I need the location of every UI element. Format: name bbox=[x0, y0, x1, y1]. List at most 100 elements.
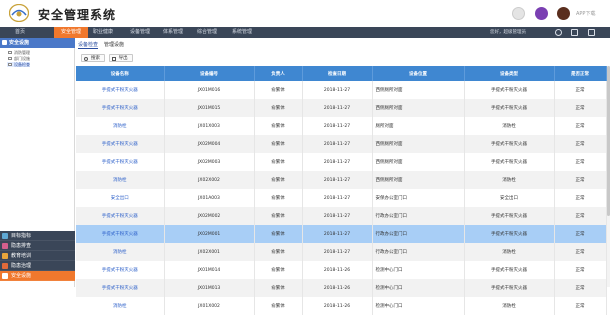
sidebar-section-title[interactable]: 安全设施 bbox=[0, 38, 75, 48]
nav-item-6[interactable]: 系统管理 bbox=[226, 27, 258, 38]
table-cell: JX01M015 bbox=[164, 99, 255, 117]
page-icon bbox=[8, 57, 12, 60]
table-cell: JX02M003 bbox=[164, 153, 255, 171]
table-cell: 2018-11-27 bbox=[302, 153, 373, 171]
nav-item-4[interactable]: 体系管理 bbox=[158, 27, 188, 38]
table-row[interactable]: 消防栓 JX01X002 俞繁体 2018-11-26 检测中心门口 消防栓 正常 bbox=[76, 297, 607, 315]
table-row[interactable]: 手提式干粉灭火器 JX02M004 俞繁体 2018-11-27 西侧厕所对面 手提式干粉… bbox=[76, 135, 607, 153]
table-cell[interactable]: 安全出口 bbox=[76, 189, 165, 207]
sidebar-module-1[interactable]: 隐患排查 bbox=[0, 241, 75, 251]
table-cell: 正常 bbox=[554, 81, 607, 99]
table-row[interactable]: 手提式干粉灭火器 JX02M002 俞繁体 2018-11-27 行政办公室门口 手提式干… bbox=[76, 207, 607, 225]
column-header[interactable]: 设备编号 bbox=[164, 66, 255, 81]
table-cell: 俞繁体 bbox=[254, 297, 303, 315]
table-cell[interactable]: 消防栓 bbox=[76, 297, 165, 315]
table-cell: 检测中心门口 bbox=[372, 279, 465, 297]
table-row[interactable]: 消防栓 JX02X001 俞繁体 2018-11-27 行政办公室门口 消防栓 正常 bbox=[76, 243, 607, 261]
table-cell: 西侧厕所对面 bbox=[372, 99, 465, 117]
table-cell: 正常 bbox=[554, 189, 607, 207]
table-cell[interactable]: 消防栓 bbox=[76, 243, 165, 261]
table-header-row: 设备名称 设备编号 负责人 检查日期 设备位置 设备类型 是否正常 bbox=[76, 66, 607, 81]
table-row[interactable]: 手提式干粉灭火器 JX01M016 俞繁体 2018-11-27 西侧厕所对面 手提式干粉… bbox=[76, 81, 607, 99]
column-header[interactable]: 设备类型 bbox=[464, 66, 555, 81]
export-button[interactable]: 导出 bbox=[108, 54, 133, 62]
table-cell[interactable]: 消防栓 bbox=[76, 117, 165, 135]
table-cell: 西侧厕所对面 bbox=[372, 153, 465, 171]
scale-icon[interactable] bbox=[557, 7, 570, 20]
table-cell: 2018-11-26 bbox=[302, 261, 373, 279]
sidebar-item-2[interactable]: 设备检查 bbox=[7, 62, 30, 67]
table-cell[interactable]: 手提式干粉灭火器 bbox=[76, 261, 165, 279]
page-icon bbox=[8, 51, 12, 54]
table-cell: JX02M002 bbox=[164, 207, 255, 225]
nav-item-5[interactable]: 综合管理 bbox=[192, 27, 222, 38]
tab-0[interactable]: 设备检查 bbox=[78, 41, 99, 49]
table-cell: 检测中心门口 bbox=[372, 297, 465, 315]
sidebar-item-0[interactable]: 消防管理 bbox=[7, 50, 30, 55]
sidebar: 安全设施 消防管理 部门设施 设备检查 目标指标 隐患排查 教育培训 隐患治理 安全设施 bbox=[0, 38, 75, 287]
table-cell[interactable]: 手提式干粉灭火器 bbox=[76, 81, 165, 99]
table-row[interactable]: 安全出口 JX01A003 俞繁体 2018-11-27 安保办公室门口 安全出口 正常 bbox=[76, 189, 607, 207]
table-cell: 手提式干粉灭火器 bbox=[464, 135, 555, 153]
page-icon bbox=[8, 63, 12, 66]
column-header[interactable]: 设备名称 bbox=[76, 66, 165, 81]
table-cell: 2018-11-27 bbox=[302, 81, 373, 99]
column-header[interactable]: 设备位置 bbox=[372, 66, 465, 81]
logout-icon[interactable] bbox=[588, 29, 595, 36]
table-cell: JX02M001 bbox=[164, 225, 255, 243]
table-cell[interactable]: 手提式干粉灭火器 bbox=[76, 135, 165, 153]
table-cell[interactable]: 手提式干粉灭火器 bbox=[76, 225, 165, 243]
table-cell: 俞繁体 bbox=[254, 225, 303, 243]
search-icon bbox=[84, 56, 88, 61]
column-header[interactable]: 检查日期 bbox=[302, 66, 373, 81]
sidebar-module-3[interactable]: 隐患治理 bbox=[0, 261, 75, 271]
table-cell[interactable]: 手提式干粉灭火器 bbox=[76, 99, 165, 117]
compass-icon[interactable] bbox=[512, 7, 525, 20]
nav-item-1[interactable]: 安全管理 bbox=[54, 27, 88, 38]
table-cell: JX01M013 bbox=[164, 279, 255, 297]
table-cell[interactable]: 手提式干粉灭火器 bbox=[76, 153, 165, 171]
table-row[interactable]: 手提式干粉灭火器 JX02M003 俞繁体 2018-11-27 西侧厕所对面 手提式干粉… bbox=[76, 153, 607, 171]
table-row[interactable]: 手提式干粉灭火器 JX01M013 俞繁体 2018-11-26 检测中心门口 手提式干粉… bbox=[76, 279, 607, 297]
table-cell: 手提式干粉灭火器 bbox=[464, 81, 555, 99]
table-cell: 2018-11-27 bbox=[302, 117, 373, 135]
table-cell: 2018-11-26 bbox=[302, 297, 373, 315]
table-cell: 检测中心门口 bbox=[372, 261, 465, 279]
table-cell[interactable]: 消防栓 bbox=[76, 171, 165, 189]
table-cell: 手提式干粉灭火器 bbox=[464, 153, 555, 171]
toolbar: 搜索 导出 bbox=[81, 54, 135, 63]
table-row[interactable]: 手提式干粉灭火器 JX01M015 俞繁体 2018-11-27 西侧厕所对面 手提式干粉… bbox=[76, 99, 607, 117]
tab-1[interactable]: 管理设施 bbox=[104, 41, 124, 48]
search-button[interactable]: 搜索 bbox=[81, 54, 105, 62]
book-icon[interactable] bbox=[535, 7, 548, 20]
equipment-table: 设备名称 设备编号 负责人 检查日期 设备位置 设备类型 是否正常 手提式干粉灭火器 JX01… bbox=[76, 66, 607, 315]
gear-icon[interactable] bbox=[571, 29, 578, 36]
table-cell[interactable]: 手提式干粉灭火器 bbox=[76, 279, 165, 297]
table-cell: 俞繁体 bbox=[254, 117, 303, 135]
sidebar-module-0[interactable]: 目标指标 bbox=[0, 231, 75, 241]
table-cell: 俞繁体 bbox=[254, 243, 303, 261]
table-row[interactable]: 消防栓 JX02X002 俞繁体 2018-11-27 西侧厕所对面 消防栓 正常 bbox=[76, 171, 607, 189]
column-header[interactable]: 负责人 bbox=[254, 66, 303, 81]
table-cell: 手提式干粉灭火器 bbox=[464, 225, 555, 243]
table-cell[interactable]: 手提式干粉灭火器 bbox=[76, 207, 165, 225]
nav-item-0[interactable]: 首页 bbox=[6, 27, 34, 38]
table-row[interactable]: 手提式干粉灭火器 JX01M014 俞繁体 2018-11-26 检测中心门口 手提式干粉… bbox=[76, 261, 607, 279]
module-icon bbox=[2, 273, 8, 279]
nav-item-2[interactable]: 职业健康 bbox=[88, 27, 118, 38]
user-icon[interactable] bbox=[555, 29, 562, 36]
sidebar-module-4[interactable]: 安全设施 bbox=[0, 271, 75, 281]
app-download-link[interactable]: APP下载 bbox=[576, 10, 595, 17]
column-header[interactable]: 是否正常 bbox=[554, 66, 607, 81]
sidebar-item-1[interactable]: 部门设施 bbox=[7, 56, 30, 61]
table-row[interactable]: 消防栓 JX01X003 俞繁体 2018-11-27 厕所对面 消防栓 正常 bbox=[76, 117, 607, 135]
table-cell: 2018-11-27 bbox=[302, 171, 373, 189]
nav-item-3[interactable]: 设备管理 bbox=[125, 27, 155, 38]
table-row[interactable]: 手提式干粉灭火器 JX02M001 俞繁体 2018-11-27 行政办公室门口 手提式干… bbox=[76, 225, 607, 243]
sidebar-module-2[interactable]: 教育培训 bbox=[0, 251, 75, 261]
table-cell: JX01M014 bbox=[164, 261, 255, 279]
table-cell: 正常 bbox=[554, 279, 607, 297]
user-greeting: 您好，超级管理员 bbox=[490, 30, 526, 35]
table-cell: 行政办公室门口 bbox=[372, 225, 465, 243]
table-cell: 2018-11-27 bbox=[302, 99, 373, 117]
